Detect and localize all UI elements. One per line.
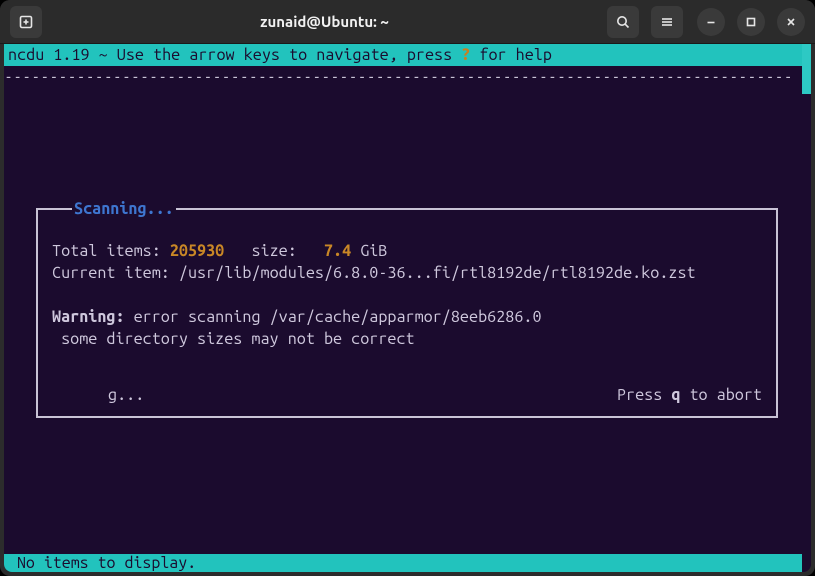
- warning-row: Warning: error scanning /var/cache/appar…: [52, 306, 762, 328]
- scrollbar-thumb[interactable]: [802, 44, 811, 94]
- header-text-left: ncdu 1.19 ~ Use the arrow keys to naviga…: [8, 46, 461, 64]
- warning-text: error scanning /var/cache/apparmor/8eeb6…: [125, 308, 542, 326]
- ncdu-footer-bar: No items to display.: [4, 554, 802, 572]
- close-button[interactable]: [777, 8, 805, 36]
- terminal-scrollbar[interactable]: [802, 44, 811, 572]
- total-items-value: 205930: [170, 242, 224, 260]
- size-unit: GiB: [351, 242, 387, 260]
- minimize-button[interactable]: [697, 8, 725, 36]
- size-label: size:: [224, 242, 324, 260]
- ncdu-header-bar: ncdu 1.19 ~ Use the arrow keys to naviga…: [4, 44, 802, 66]
- window-title: zunaid@Ubuntu: ~: [260, 13, 389, 30]
- dialog-title: Scanning...: [72, 198, 176, 220]
- size-value: 7.4: [324, 242, 351, 260]
- help-key-hint: ?: [461, 46, 470, 64]
- warning-note: some directory sizes may not be correct: [52, 328, 762, 350]
- maximize-button[interactable]: [737, 8, 765, 36]
- terminal-viewport[interactable]: ncdu 1.19 ~ Use the arrow keys to naviga…: [4, 44, 811, 572]
- terminal-window: zunaid@Ubuntu: ~ ncdu 1.19 ~ Use the ar: [0, 0, 815, 576]
- search-button[interactable]: [607, 6, 639, 38]
- warning-label: Warning:: [52, 308, 125, 326]
- abort-hint: Press q to abort: [617, 384, 762, 406]
- separator-dashes: ----------------------------------------…: [4, 66, 802, 88]
- menu-button[interactable]: [651, 6, 683, 38]
- header-text-right: for help: [470, 46, 552, 64]
- current-item-path: /usr/lib/modules/6.8.0-36...fi/rtl8192de…: [179, 264, 696, 282]
- scanning-dialog: Scanning... Total items: 205930 size: 7.…: [36, 208, 778, 418]
- main-area: Scanning... Total items: 205930 size: 7.…: [4, 88, 802, 528]
- current-item-label: Current item:: [52, 264, 179, 282]
- graph-hint: g...: [108, 384, 144, 406]
- titlebar: zunaid@Ubuntu: ~: [0, 0, 815, 44]
- total-items-row: Total items: 205930 size: 7.4 GiB: [52, 240, 762, 262]
- total-items-label: Total items:: [52, 242, 170, 260]
- new-tab-button[interactable]: [10, 6, 42, 38]
- terminal-content: ncdu 1.19 ~ Use the arrow keys to naviga…: [4, 44, 802, 572]
- current-item-row: Current item: /usr/lib/modules/6.8.0-36.…: [52, 262, 762, 284]
- footer-text: No items to display.: [8, 554, 196, 572]
- dialog-bottom-row: g... Press q to abort: [52, 384, 762, 406]
